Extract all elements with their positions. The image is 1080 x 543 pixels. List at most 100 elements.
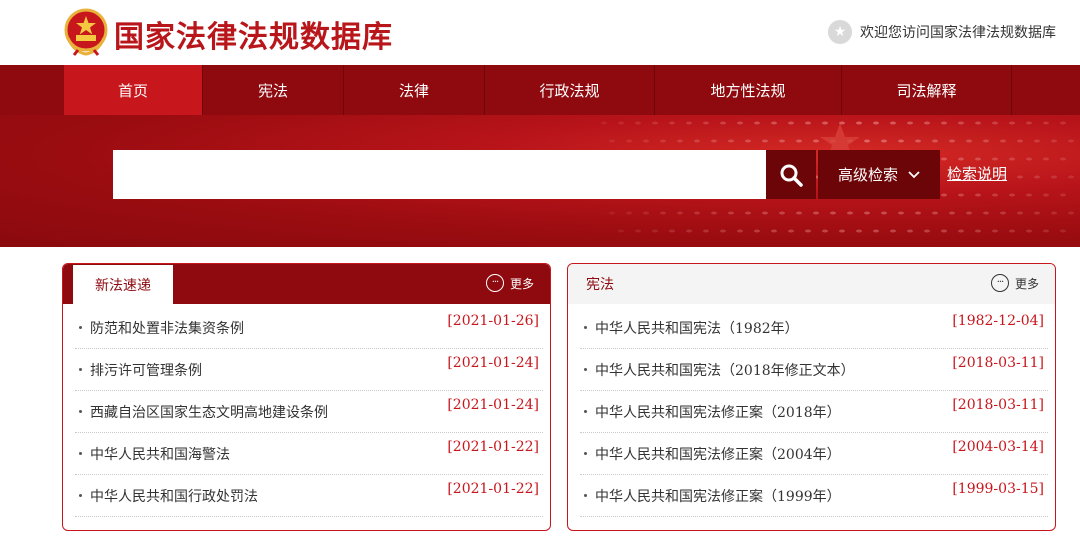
list-item-date: [2021-01-22]: [447, 438, 539, 455]
list-item-title[interactable]: 排污许可管理条例: [90, 360, 202, 380]
bullet: [79, 410, 82, 413]
banner-dot: [856, 121, 862, 125]
more-icon: ···: [990, 274, 1009, 292]
list-item-title[interactable]: 中华人民共和国宪法（1982年）: [595, 318, 799, 338]
banner-dot: [1043, 229, 1049, 233]
bullet: [584, 326, 587, 329]
list-item[interactable]: 中华人民共和国行政处罚法 [2021-01-22]: [75, 475, 543, 517]
nav-item[interactable]: 行政法规: [485, 65, 655, 115]
banner-dot: [924, 229, 930, 233]
banner-dot: [754, 121, 760, 125]
national-emblem-logo[interactable]: [64, 8, 108, 56]
banner-dot: [677, 211, 683, 215]
banner-dot: [1017, 211, 1023, 215]
banner-dot: [1068, 139, 1074, 143]
banner-dot: [958, 229, 964, 233]
list-item[interactable]: 西藏自治区国家生态文明高地建设条例 [2021-01-24]: [75, 391, 543, 433]
banner-dot: [1060, 229, 1066, 233]
banner-dot: [941, 121, 947, 125]
banner-dot: [728, 211, 734, 215]
banner-dot: [864, 139, 870, 143]
banner-dot: [1060, 121, 1066, 125]
banner-dot: [873, 121, 879, 125]
banner-dot: [881, 211, 887, 215]
banner-dot: [898, 139, 904, 143]
search-help-link[interactable]: 检索说明: [947, 163, 1007, 184]
banner-dot: [1034, 175, 1040, 179]
banner-dot: [966, 139, 972, 143]
list-item-title[interactable]: 中华人民共和国宪法修正案（1999年）: [595, 486, 841, 506]
banner-dot: [907, 229, 913, 233]
list-item-title[interactable]: 中华人民共和国行政处罚法: [90, 486, 258, 506]
banner-dot: [1009, 121, 1015, 125]
banner-dot: [958, 157, 964, 161]
banner-dot: [941, 193, 947, 197]
list-item-title[interactable]: 中华人民共和国宪法修正案（2018年）: [595, 402, 841, 422]
list-item-title[interactable]: 西藏自治区国家生态文明高地建设条例: [90, 402, 328, 422]
list-item[interactable]: 中华人民共和国宪法修正案（2018年） [2018-03-11]: [580, 391, 1048, 433]
banner-dot: [1043, 193, 1049, 197]
list-item[interactable]: 中华人民共和国海警法 [2021-01-22]: [75, 433, 543, 475]
banner-dot: [975, 157, 981, 161]
list-item-date: [2004-03-14]: [952, 438, 1044, 455]
banner-dot: [805, 229, 811, 233]
list-item[interactable]: 中华人民共和国宪法（2018年修正文本） [2018-03-11]: [580, 349, 1048, 391]
banner-dot: [660, 211, 666, 215]
search-icon: [780, 164, 803, 187]
banner-dot: [652, 229, 658, 233]
banner-dot: [788, 121, 794, 125]
nav-item[interactable]: 司法解释: [842, 65, 1012, 115]
list-item[interactable]: 中华人民共和国宪法修正案（2004年） [2004-03-14]: [580, 433, 1048, 475]
more-icon: ···: [485, 274, 504, 292]
nav-item[interactable]: 地方性法规: [655, 65, 842, 115]
list-item[interactable]: 防范和处置非法集资条例 [2021-01-26]: [75, 307, 543, 349]
list-item-title[interactable]: 中华人民共和国海警法: [90, 444, 230, 464]
more-button[interactable]: ··· 更多: [990, 274, 1039, 292]
banner-dot: [703, 121, 709, 125]
banner-dot: [966, 211, 972, 215]
bullet: [584, 368, 587, 371]
list-item-title[interactable]: 防范和处置非法集资条例: [90, 318, 244, 338]
banner-dot: [728, 139, 734, 143]
banner-dot: [813, 139, 819, 143]
banner-dot: [830, 211, 836, 215]
list-item[interactable]: 中华人民共和国宪法修正案（1999年） [1999-03-15]: [580, 475, 1048, 517]
banner-dot: [635, 229, 641, 233]
new-laws-list: 防范和处置非法集资条例 [2021-01-26] 排污许可管理条例 [2021-01-…: [75, 307, 543, 517]
advanced-search-button[interactable]: 高级检索: [818, 150, 940, 199]
banner-dot: [1034, 139, 1040, 143]
banner-dot: [771, 229, 777, 233]
banner-dot: [915, 211, 921, 215]
list-item[interactable]: 中华人民共和国宪法（1982年） [1982-12-04]: [580, 307, 1048, 349]
banner-dot: [1017, 175, 1023, 179]
panel-title-constitution[interactable]: 宪法: [586, 264, 614, 304]
search-input[interactable]: [113, 150, 766, 199]
search-banner: 高级检索 检索说明: [0, 115, 1080, 247]
banner-dot: [949, 139, 955, 143]
list-item-title-wrap: 防范和处置非法集资条例: [79, 318, 244, 338]
star-icon: ★: [828, 20, 852, 44]
panel-header: 宪法 ··· 更多: [568, 264, 1055, 304]
list-item-title[interactable]: 中华人民共和国宪法（2018年修正文本）: [595, 360, 855, 380]
list-item-title-wrap: 中华人民共和国宪法（2018年修正文本）: [584, 360, 855, 380]
list-item-title[interactable]: 中华人民共和国宪法修正案（2004年）: [595, 444, 841, 464]
search-button[interactable]: [766, 150, 816, 199]
site-title[interactable]: 国家法律法规数据库: [114, 12, 393, 56]
nav-item[interactable]: 宪法: [203, 65, 344, 115]
more-button[interactable]: ··· 更多: [485, 274, 534, 292]
banner-dot: [1051, 211, 1057, 215]
main-nav: 首页 宪法 法律 行政法规 地方性法规 司法解释: [0, 65, 1080, 115]
banner-dot: [890, 229, 896, 233]
nav-item[interactable]: 首页: [64, 65, 203, 115]
banner-dot: [1026, 193, 1032, 197]
banner-dot: [983, 211, 989, 215]
tab-new-laws[interactable]: 新法速递: [73, 265, 173, 304]
panel-header: 新法速递 ··· 更多: [63, 264, 550, 304]
list-item-title-wrap: 排污许可管理条例: [79, 360, 202, 380]
bullet: [79, 368, 82, 371]
list-item[interactable]: 排污许可管理条例 [2021-01-24]: [75, 349, 543, 391]
banner-dot: [711, 211, 717, 215]
banner-dot: [677, 139, 683, 143]
nav-item[interactable]: 法律: [344, 65, 485, 115]
banner-dot: [745, 211, 751, 215]
